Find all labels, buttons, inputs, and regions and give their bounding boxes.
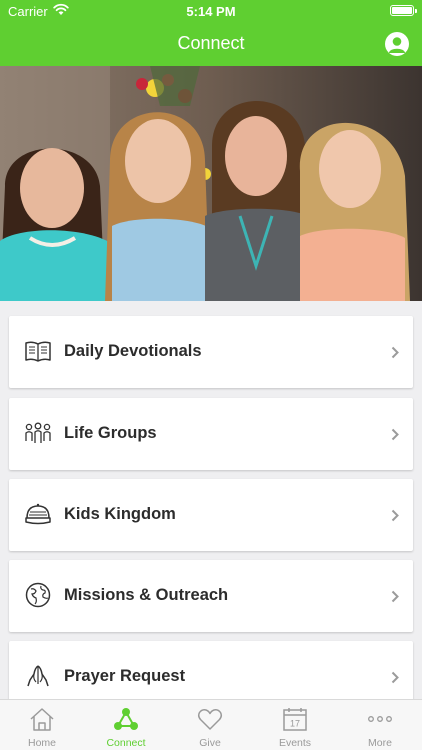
nav-bar: Connect	[0, 22, 422, 66]
menu-item-label: Missions & Outreach	[64, 586, 229, 604]
status-time: 5:14 PM	[186, 4, 236, 19]
globe-icon	[25, 582, 51, 608]
tab-connect[interactable]: Connect	[84, 700, 168, 750]
menu-item-missions-outreach[interactable]: Missions & Outreach	[9, 560, 413, 632]
menu-item-label: Kids Kingdom	[64, 505, 176, 523]
tab-label: Connect	[106, 737, 146, 749]
praying-hands-icon	[27, 665, 49, 687]
chevron-right-icon	[391, 428, 399, 441]
profile-icon[interactable]	[385, 32, 409, 56]
connect-icon	[114, 708, 138, 730]
connect-menu: Daily Devotionals Life Groups Kids Kingd…	[0, 301, 422, 699]
tab-label: Events	[278, 737, 312, 749]
menu-item-life-groups[interactable]: Life Groups	[9, 398, 413, 470]
menu-item-prayer-request[interactable]: Prayer Request	[9, 641, 413, 699]
hero-photo	[0, 66, 422, 301]
tab-label: Home	[27, 737, 56, 749]
cap-icon	[25, 503, 51, 525]
people-icon	[25, 422, 51, 443]
tab-label: More	[368, 737, 392, 749]
tab-more[interactable]: More	[338, 700, 422, 750]
chevron-right-icon	[391, 671, 399, 684]
menu-item-kids-kingdom[interactable]: Kids Kingdom	[9, 479, 413, 551]
menu-item-daily-devotionals[interactable]: Daily Devotionals	[9, 316, 413, 388]
calendar-day: 17	[290, 719, 300, 729]
tab-label: Give	[199, 737, 221, 749]
battery-icon	[390, 5, 417, 16]
menu-item-label: Prayer Request	[64, 667, 186, 685]
menu-item-label: Life Groups	[64, 424, 157, 442]
tab-bar: Home Connect Give 17 Events More	[0, 699, 422, 750]
book-icon	[25, 341, 51, 362]
tab-events[interactable]: 17 Events	[253, 700, 337, 750]
status-bar: Carrier 5:14 PM	[0, 0, 422, 22]
home-icon	[30, 708, 54, 731]
menu-item-label: Daily Devotionals	[64, 342, 202, 360]
chevron-right-icon	[391, 346, 399, 359]
chevron-right-icon	[391, 509, 399, 522]
tab-give[interactable]: Give	[168, 700, 252, 750]
tab-home[interactable]: Home	[0, 700, 84, 750]
heart-icon	[197, 709, 223, 730]
chevron-right-icon	[391, 590, 399, 603]
more-icon	[368, 716, 392, 722]
calendar-icon: 17	[283, 708, 307, 731]
page-title: Connect	[177, 33, 245, 53]
